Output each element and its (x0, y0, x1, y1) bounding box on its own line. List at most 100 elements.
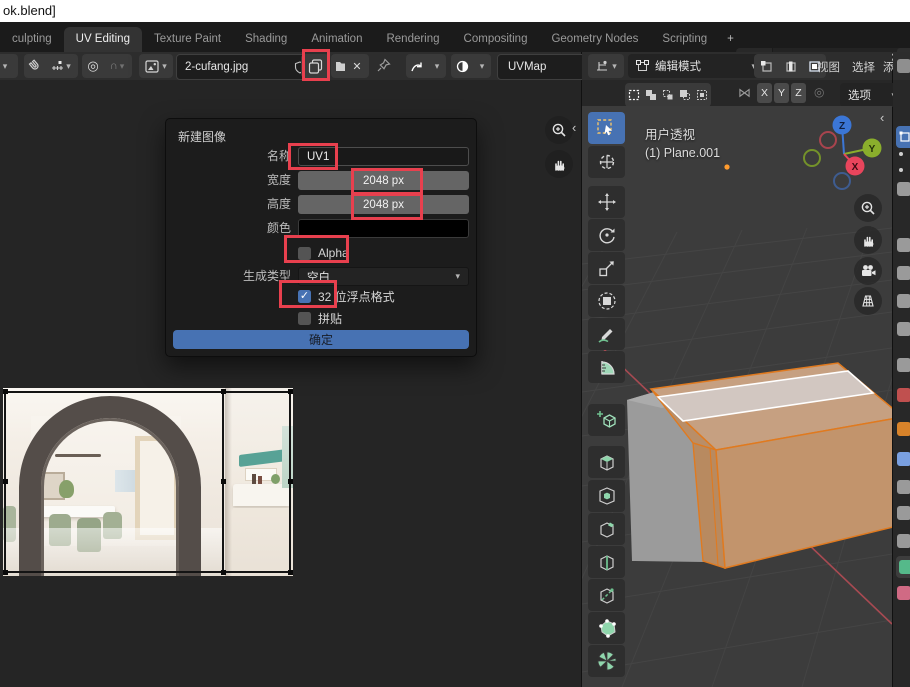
viewport-editor-type-button[interactable]: ▾ (588, 54, 624, 78)
uv-sidebar-collapse-icon[interactable]: ‹ (572, 120, 576, 135)
uv-vertex[interactable] (221, 570, 226, 575)
uv-vertex[interactable] (288, 570, 293, 575)
tool-select-box[interactable] (588, 112, 625, 144)
falloff-curve-button[interactable]: ∩ ▾ (104, 55, 130, 77)
image-browse-button[interactable]: ▾ (139, 54, 173, 78)
hand-icon (552, 157, 567, 172)
select-subtract-icon[interactable] (659, 85, 676, 105)
mirror-icon[interactable]: ⋈ (738, 85, 751, 101)
properties-tab-collection-icon[interactable] (897, 358, 910, 372)
tab-scripting[interactable]: Scripting (650, 27, 719, 52)
mirror-x-button[interactable]: X (757, 83, 772, 103)
pin-id-icon[interactable] (376, 58, 391, 73)
uv-edge-bottom[interactable] (4, 571, 291, 573)
uv-vertex[interactable] (221, 389, 226, 394)
properties-tab-render-icon[interactable] (897, 238, 910, 252)
viewport-canvas[interactable]: Z Y X 用户透视 (1) Plane.001 (582, 106, 892, 687)
uv-vertex[interactable] (3, 389, 8, 394)
properties-editor-type-icon[interactable] (897, 59, 910, 73)
properties-tab-object-icon[interactable] (897, 422, 910, 436)
tool-knife[interactable] (588, 579, 625, 611)
sticky-select-icon[interactable] (451, 55, 473, 77)
properties-tab-view-layer-icon[interactable] (897, 294, 910, 308)
uv-image-preview[interactable] (3, 388, 293, 576)
properties-tab-particles-icon[interactable] (897, 480, 910, 494)
properties-tab-data-active[interactable] (896, 556, 910, 578)
tool-transform[interactable] (588, 285, 625, 317)
tool-poly-build[interactable] (588, 612, 625, 644)
uv-vertex[interactable] (221, 479, 226, 484)
properties-tab-tool-icon[interactable] (897, 182, 910, 196)
select-intersect-icon[interactable] (693, 85, 710, 105)
slice-plant (271, 474, 280, 484)
tool-bevel[interactable] (588, 513, 625, 545)
properties-tab-physics-icon[interactable] (897, 506, 910, 520)
vertex-select-icon[interactable] (754, 55, 778, 77)
tool-annotate[interactable] (588, 318, 625, 350)
select-extend-icon[interactable] (642, 85, 659, 105)
ok-button[interactable]: 确定 (173, 330, 469, 349)
uv-zoom-button[interactable] (545, 116, 573, 144)
select-invert-icon[interactable] (676, 85, 693, 105)
tab-uv-editing[interactable]: UV Editing (64, 27, 142, 52)
tab-geometry-nodes[interactable]: Geometry Nodes (539, 27, 650, 52)
viewport-pan-button[interactable] (854, 226, 882, 254)
uvmap-field[interactable]: UVMap (497, 54, 587, 80)
proportional-editing-icon[interactable]: ◎ (814, 85, 824, 99)
tool-cursor[interactable] (588, 146, 625, 178)
tab-sculpting[interactable]: culpting (0, 27, 64, 52)
unlink-image-button[interactable]: ✕ (345, 54, 369, 78)
tool-scale[interactable] (588, 252, 625, 284)
properties-tab-tool-active[interactable] (896, 126, 910, 148)
edge-select-icon[interactable] (778, 55, 802, 77)
uv-editor-type-button[interactable]: ▾ (0, 54, 18, 78)
tab-rendering[interactable]: Rendering (374, 27, 451, 52)
properties-tab-scene-icon[interactable] (897, 322, 910, 336)
viewport-ortho-toggle-button[interactable] (854, 287, 882, 315)
properties-tab-output-icon[interactable] (897, 266, 910, 280)
snap-mode-button[interactable]: ▾ (46, 55, 76, 77)
mirror-y-button[interactable]: Y (774, 83, 789, 103)
properties-tab-material-icon[interactable] (897, 586, 910, 600)
tool-move[interactable] (588, 186, 625, 218)
tool-inset-faces[interactable] (588, 480, 625, 512)
properties-tab-modifiers-icon[interactable] (897, 452, 910, 466)
tool-add-cube[interactable] (588, 404, 625, 436)
viewport-zoom-button[interactable] (854, 194, 882, 222)
tool-extrude-region[interactable] (588, 446, 625, 478)
proportional-editing-icon[interactable]: ◎ (82, 55, 104, 77)
uv-vertex[interactable] (3, 479, 8, 484)
dialog-title: 新建图像 (178, 128, 226, 145)
axis-gizmo: Z Y X (804, 116, 882, 190)
tool-measure[interactable] (588, 351, 625, 383)
viewport-camera-button[interactable] (854, 257, 882, 285)
menu-select[interactable]: 选择 (852, 59, 875, 75)
sticky-select-dropdown[interactable]: ▾ (473, 55, 491, 77)
select-box-mode-icon[interactable] (625, 85, 642, 105)
slice-bottle-1 (252, 474, 256, 484)
tab-compositing[interactable]: Compositing (452, 27, 540, 52)
tool-loop-cut[interactable] (588, 546, 625, 578)
uv-pan-button[interactable] (545, 150, 573, 178)
image-name-field[interactable]: 2-cufang.jpg (176, 54, 310, 80)
uv-sync-dropdown[interactable]: ▾ (428, 55, 446, 77)
tool-spin[interactable] (588, 645, 625, 677)
mirror-z-button[interactable]: Z (791, 83, 806, 103)
tab-shading[interactable]: Shading (233, 27, 299, 52)
falloff-icon: ∩ (110, 60, 118, 72)
magnifier-plus-icon (551, 122, 567, 138)
properties-tab-world-icon[interactable] (897, 388, 910, 402)
uv-edge-top[interactable] (4, 391, 291, 393)
viewport-sidebar-collapse-icon[interactable]: ‹ (880, 110, 884, 125)
uv-vertex[interactable] (288, 479, 293, 484)
tab-texture-paint[interactable]: Texture Paint (142, 27, 233, 52)
menu-view[interactable]: 视图 (817, 59, 840, 75)
magnet-icon[interactable] (24, 55, 46, 77)
properties-tab-constraints-icon[interactable] (897, 534, 910, 548)
uv-sync-select-icon[interactable] (406, 55, 428, 77)
tool-rotate[interactable] (588, 219, 625, 251)
tiled-checkbox[interactable] (298, 312, 311, 325)
mode-selector[interactable]: 编辑模式 ▾ (628, 54, 764, 78)
uv-vertex[interactable] (3, 570, 8, 575)
uv-vertex[interactable] (288, 389, 293, 394)
